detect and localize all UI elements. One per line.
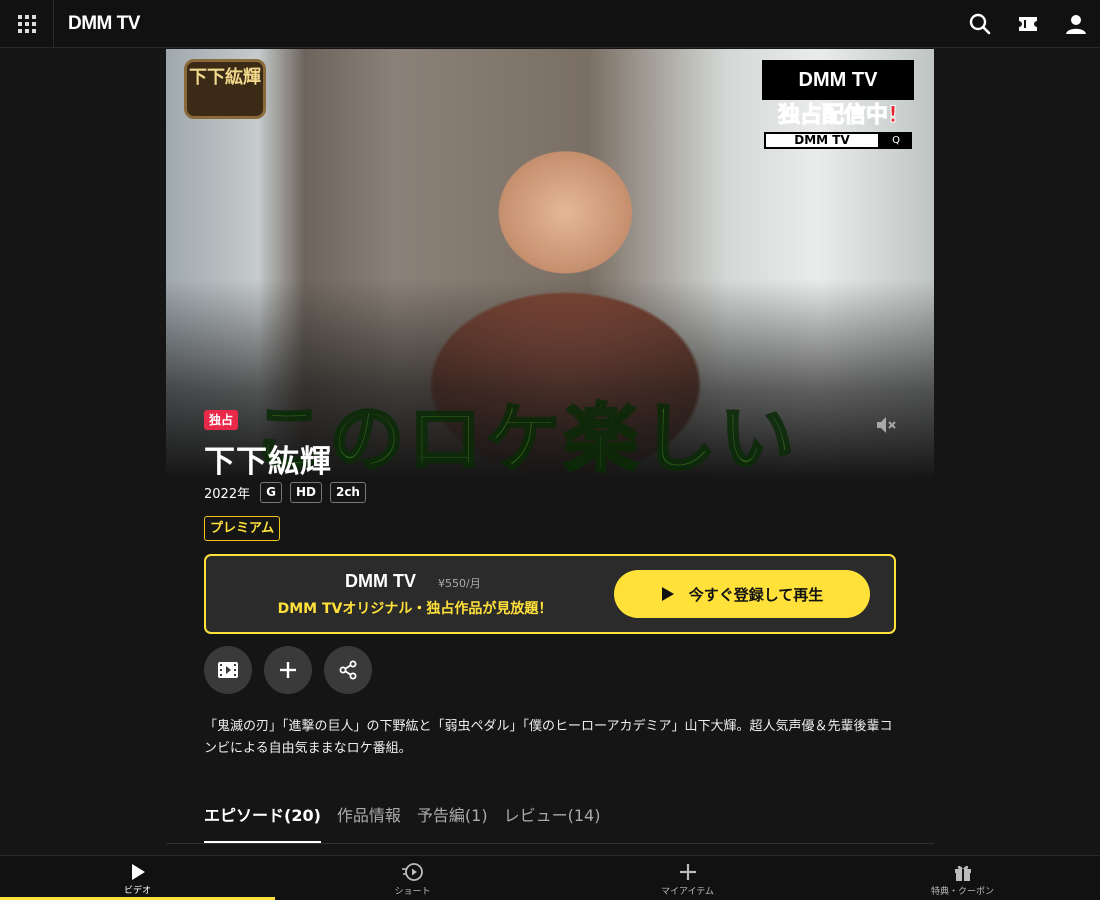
- nav-my-items[interactable]: マイアイテム: [550, 856, 825, 900]
- nav-short[interactable]: ショート: [275, 856, 550, 900]
- badge-text: 独占配信中!: [777, 103, 899, 129]
- plus-icon: [280, 662, 296, 678]
- share-button[interactable]: [324, 646, 372, 694]
- exclusive-tag: 独占: [204, 410, 239, 430]
- gift-icon: [954, 865, 971, 881]
- page-title: 下下紘輝: [204, 444, 332, 480]
- tab-trailer[interactable]: 予告編(1): [417, 805, 488, 843]
- search-icon: [969, 13, 991, 35]
- nav-coupons-label: 特典・クーポン: [930, 886, 994, 897]
- subscribe-price: ¥550/月: [438, 577, 481, 590]
- audio-chip: 2ch: [329, 482, 366, 503]
- nav-video-label: ビデオ: [123, 885, 151, 896]
- tab-episodes[interactable]: エピソード(20): [204, 805, 321, 843]
- badge-logo: DMM TV: [762, 60, 914, 100]
- register-and-play-label: 今すぐ登録して再生: [688, 585, 824, 604]
- grid-menu-icon: [17, 15, 36, 33]
- tab-reviews[interactable]: レビュー(14): [504, 805, 601, 843]
- meta-row: 2022年 G HD 2ch: [204, 482, 366, 503]
- dmm-tv-logo[interactable]: DMM TV: [68, 13, 140, 35]
- ticket-button[interactable]: [1014, 10, 1042, 38]
- play-icon: [131, 863, 145, 880]
- release-year: 2022年: [204, 487, 251, 502]
- quality-chip: HD: [289, 482, 322, 503]
- subscribe-logo: DMM TV: [345, 571, 416, 591]
- film-icon: [218, 662, 238, 678]
- mute-button[interactable]: [874, 413, 898, 437]
- rating-chip: G: [260, 482, 282, 503]
- bottom-nav: ビデオ ショート マイアイテム 特典・クーポン: [0, 855, 1100, 900]
- nav-video[interactable]: ビデオ: [0, 856, 275, 900]
- user-icon: [1066, 15, 1086, 34]
- content-tabs: エピソード(20) 作品情報 予告編(1) レビュー(14): [204, 805, 600, 843]
- trailer-button[interactable]: [204, 646, 252, 694]
- badge-search-icon: Q: [880, 132, 912, 149]
- user-button[interactable]: [1062, 10, 1090, 38]
- plus-icon: [679, 863, 696, 880]
- show-description: 「鬼滅の刃」「進撃の巨人」の下野紘と「弱虫ペダル」「僕のヒーローアカデミア」山下…: [204, 719, 893, 756]
- short-icon: [401, 862, 423, 881]
- nav-short-label: ショート: [394, 886, 431, 897]
- mute-icon: [877, 417, 896, 433]
- badge-search-text: DMM TV: [764, 132, 880, 149]
- nav-my-items-label: マイアイテム: [660, 886, 715, 897]
- subscribe-box: DMM TV ¥550/月 DMM TVオリジナル・独占作品が見放題！ 今すぐ登…: [204, 554, 896, 634]
- nav-coupons[interactable]: 特典・クーポン: [825, 856, 1100, 900]
- ticket-icon: [1019, 17, 1037, 31]
- show-logo: 下下紘輝: [184, 59, 266, 119]
- tabs-divider: [166, 843, 934, 844]
- premium-tag: プレミアム: [204, 516, 281, 541]
- tab-info[interactable]: 作品情報: [337, 805, 401, 843]
- hero-image: 下下紘輝 DMM TV 独占配信中! DMM TV Q このロケ楽しい: [166, 49, 934, 479]
- grid-menu-button[interactable]: [0, 0, 54, 48]
- share-icon: [339, 660, 357, 680]
- register-and-play-button[interactable]: 今すぐ登録して再生: [614, 570, 870, 618]
- search-button[interactable]: [966, 10, 994, 38]
- add-to-list-button[interactable]: [264, 646, 312, 694]
- subscribe-description: DMM TVオリジナル・独占作品が見放題！: [277, 601, 553, 617]
- play-icon: [661, 587, 674, 601]
- hero-caption: このロケ楽しい: [251, 395, 798, 480]
- exclusive-streaming-badge: DMM TV 独占配信中! DMM TV Q: [762, 60, 914, 152]
- top-header: DMM TV: [0, 0, 1100, 48]
